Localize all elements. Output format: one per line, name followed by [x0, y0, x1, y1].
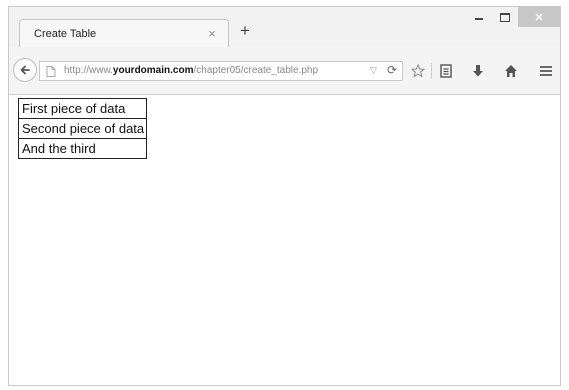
downloads-button[interactable] [469, 62, 487, 80]
close-button[interactable] [518, 7, 560, 27]
bookmarks-list-icon [440, 64, 452, 78]
new-tab-button[interactable]: + [237, 22, 253, 39]
download-icon [473, 65, 483, 77]
url-prefix: http://www. [64, 65, 113, 76]
table-row: And the third [17, 138, 148, 159]
bookmark-star-icon [411, 64, 425, 78]
tab-title: Create Table [34, 28, 97, 40]
url-text[interactable]: http://www.yourdomain.com/chapter05/crea… [64, 65, 318, 76]
home-button[interactable] [502, 62, 520, 80]
bookmarks-button[interactable] [437, 62, 455, 80]
tab-create-table[interactable]: Create Table × [19, 19, 229, 48]
table-cell: First piece of data [17, 98, 148, 119]
data-table: First piece of data Second piece of data… [17, 98, 148, 159]
maximize-button[interactable] [492, 7, 518, 27]
minimize-icon [475, 18, 483, 20]
title-bar: Create Table × + [9, 7, 560, 48]
reload-icon[interactable]: ⟳ [387, 63, 397, 77]
table-row: Second piece of data [17, 118, 148, 139]
window-controls [466, 7, 560, 29]
tab-close-icon[interactable]: × [206, 26, 218, 41]
url-path: /chapter05/create_table.php [193, 65, 319, 76]
back-button[interactable] [13, 58, 37, 82]
toolbar-divider [431, 63, 432, 79]
page-identity-icon[interactable] [46, 66, 56, 77]
table-row: First piece of data [17, 98, 148, 119]
url-domain: yourdomain.com [112, 65, 194, 76]
browser-window: Create Table × + http://www.yourdomain.c… [8, 6, 561, 386]
url-bar[interactable]: http://www.yourdomain.com/chapter05/crea… [39, 61, 403, 81]
maximize-icon [500, 12, 510, 22]
navigation-toolbar: http://www.yourdomain.com/chapter05/crea… [9, 47, 560, 95]
close-icon [535, 13, 543, 21]
back-arrow-icon [20, 65, 30, 75]
table-cell: And the third [17, 138, 148, 159]
page-content: First piece of data Second piece of data… [9, 95, 560, 385]
dropdown-arrow-icon[interactable]: ▽ [370, 65, 377, 76]
menu-button[interactable] [537, 62, 555, 80]
table-cell: Second piece of data [17, 118, 148, 139]
home-icon [505, 65, 517, 77]
menu-icon [540, 66, 552, 76]
bookmark-star-button[interactable] [409, 62, 427, 80]
minimize-button[interactable] [466, 7, 492, 27]
